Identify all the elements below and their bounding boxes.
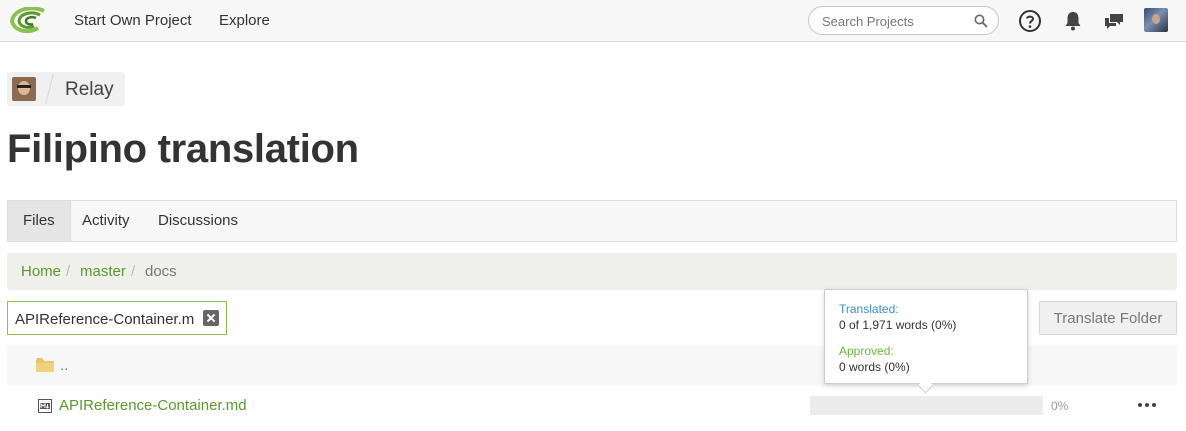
tab-bar: Files Activity Discussions bbox=[7, 200, 1177, 242]
project-name-link[interactable]: Relay bbox=[65, 79, 114, 101]
breadcrumb-divider bbox=[45, 74, 54, 104]
translation-progress-bar[interactable] bbox=[810, 396, 1043, 415]
file-filter bbox=[7, 301, 227, 335]
tooltip-approved-label: Approved: bbox=[839, 344, 894, 358]
breadcrumb-master[interactable]: master bbox=[80, 263, 126, 280]
top-navigation-bar: Start Own Project Explore bbox=[0, 0, 1186, 42]
tooltip-approved-value: 0 words (0%) bbox=[839, 360, 910, 374]
page-title: Filipino translation bbox=[7, 127, 359, 171]
search-input[interactable] bbox=[822, 12, 972, 30]
tooltip-translated-label: Translated: bbox=[839, 302, 899, 316]
breadcrumb-home[interactable]: Home bbox=[21, 263, 61, 280]
breadcrumb: Home / master / docs bbox=[7, 253, 1177, 290]
translate-folder-button[interactable]: Translate Folder bbox=[1039, 301, 1177, 335]
file-name-link[interactable]: APIReference-Container.md bbox=[59, 397, 247, 414]
tooltip-translated-value: 0 of 1,971 words (0%) bbox=[839, 318, 957, 332]
file-filter-input[interactable] bbox=[15, 309, 195, 329]
list-item: APIReference-Container.md 0% bbox=[7, 386, 1177, 426]
parent-folder-link[interactable]: .. bbox=[60, 357, 68, 374]
search-icon[interactable] bbox=[974, 14, 988, 28]
project-breadcrumb: Relay bbox=[7, 72, 125, 106]
tab-activity[interactable]: Activity bbox=[67, 201, 145, 241]
project-owner-avatar[interactable] bbox=[12, 77, 36, 101]
nav-start-own-project[interactable]: Start Own Project bbox=[74, 12, 192, 29]
breadcrumb-separator: / bbox=[131, 263, 136, 280]
help-icon[interactable] bbox=[1018, 9, 1042, 33]
tab-discussions[interactable]: Discussions bbox=[143, 201, 253, 241]
nav-explore[interactable]: Explore bbox=[219, 12, 270, 29]
search-box bbox=[808, 6, 999, 35]
translation-percent: 0% bbox=[1051, 399, 1069, 413]
more-options-icon[interactable] bbox=[1138, 403, 1156, 407]
clear-icon[interactable] bbox=[203, 310, 219, 326]
progress-tooltip: Translated: 0 of 1,971 words (0%) Approv… bbox=[824, 289, 1028, 384]
folder-icon bbox=[36, 358, 54, 372]
logo-icon[interactable] bbox=[10, 7, 46, 33]
breadcrumb-docs: docs bbox=[145, 263, 177, 280]
markdown-file-icon bbox=[38, 399, 52, 413]
chat-icon[interactable] bbox=[1102, 9, 1126, 33]
user-avatar[interactable] bbox=[1144, 8, 1168, 32]
tab-files[interactable]: Files bbox=[8, 201, 71, 241]
breadcrumb-separator: / bbox=[66, 263, 71, 280]
bell-icon[interactable] bbox=[1061, 9, 1085, 33]
